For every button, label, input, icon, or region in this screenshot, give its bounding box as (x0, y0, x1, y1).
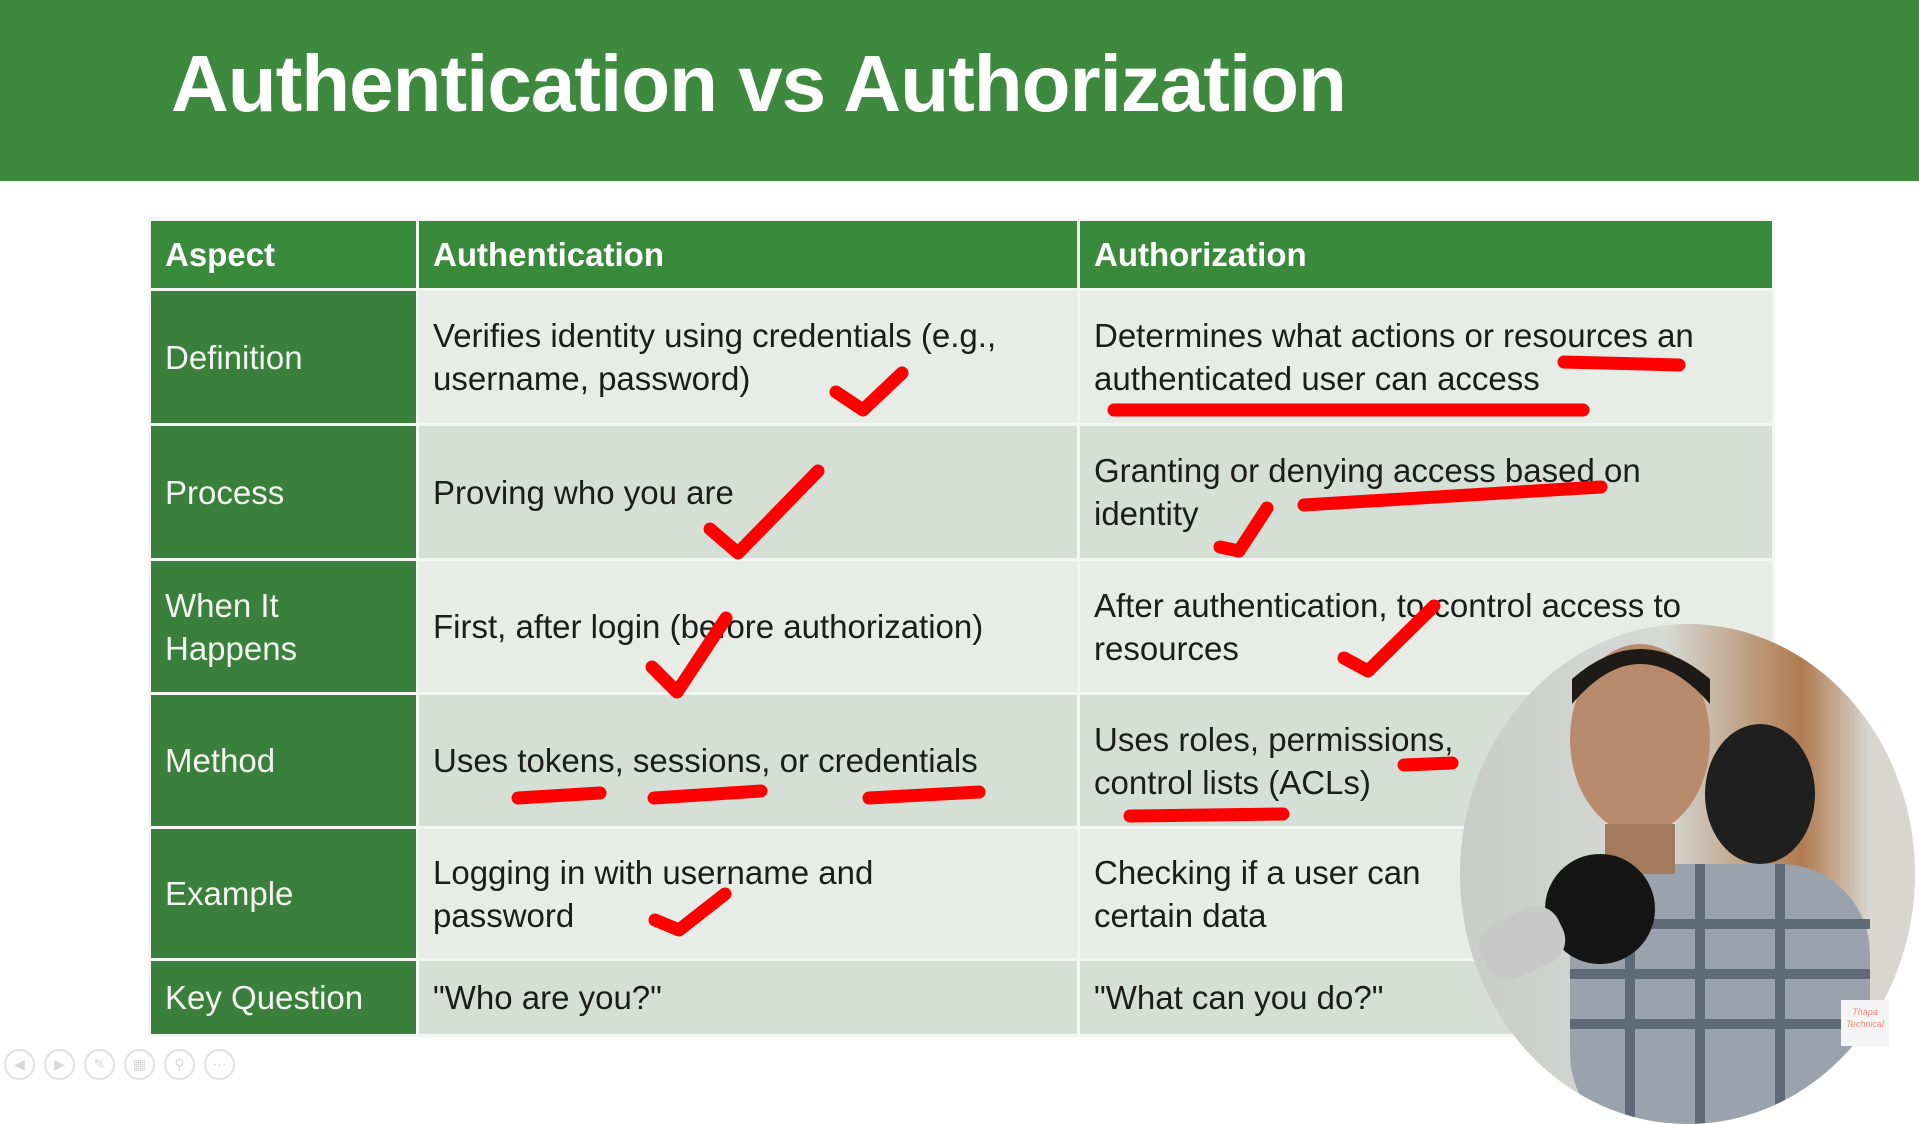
aspect-cell: When It Happens (148, 558, 419, 695)
table-row: When It Happens First, after login (befo… (148, 558, 1775, 695)
header-authorization: Authorization (1077, 218, 1775, 291)
authentication-cell: First, after login (before authorization… (416, 558, 1080, 695)
authentication-cell: Logging in with username and password (416, 826, 1080, 961)
channel-watermark: Thapa Technical (1841, 1000, 1889, 1046)
aspect-cell: Process (148, 423, 419, 561)
table-row: Process Proving who you are Granting or … (148, 423, 1775, 561)
presenter-video (1479, 644, 1870, 1124)
slide-title: Authentication vs Authorization (171, 39, 1347, 128)
next-icon[interactable]: ▶ (44, 1049, 75, 1080)
aspect-cell: Definition (148, 288, 419, 426)
header-aspect: Aspect (148, 218, 419, 291)
aspect-cell: Example (148, 826, 419, 961)
table-header: Aspect Authentication Authorization (148, 218, 1775, 291)
title-bar: Authentication vs Authorization (0, 0, 1919, 181)
header-authentication: Authentication (416, 218, 1080, 291)
authorization-cell: Determines what actions or resources an … (1077, 288, 1775, 426)
aspect-cell: Key Question (148, 958, 419, 1037)
table-row: Definition Verifies identity using crede… (148, 288, 1775, 426)
more-icon[interactable]: ⋯ (204, 1049, 235, 1080)
aspect-cell: Method (148, 692, 419, 829)
presentation-toolbar: ◀ ▶ ✎ ▦ ⚲ ⋯ (4, 1049, 235, 1080)
previous-icon[interactable]: ◀ (4, 1049, 35, 1080)
authentication-cell: Uses tokens, sessions, or credentials (416, 692, 1080, 829)
authentication-cell: Verifies identity using credentials (e.g… (416, 288, 1080, 426)
webcam-overlay (1460, 624, 1915, 1124)
authentication-cell: Proving who you are (416, 423, 1080, 561)
authentication-cell: "Who are you?" (416, 958, 1080, 1037)
pen-icon[interactable]: ✎ (84, 1049, 115, 1080)
slides-icon[interactable]: ▦ (124, 1049, 155, 1080)
zoom-icon[interactable]: ⚲ (164, 1049, 195, 1080)
authorization-cell: Granting or denying access based on iden… (1077, 423, 1775, 561)
